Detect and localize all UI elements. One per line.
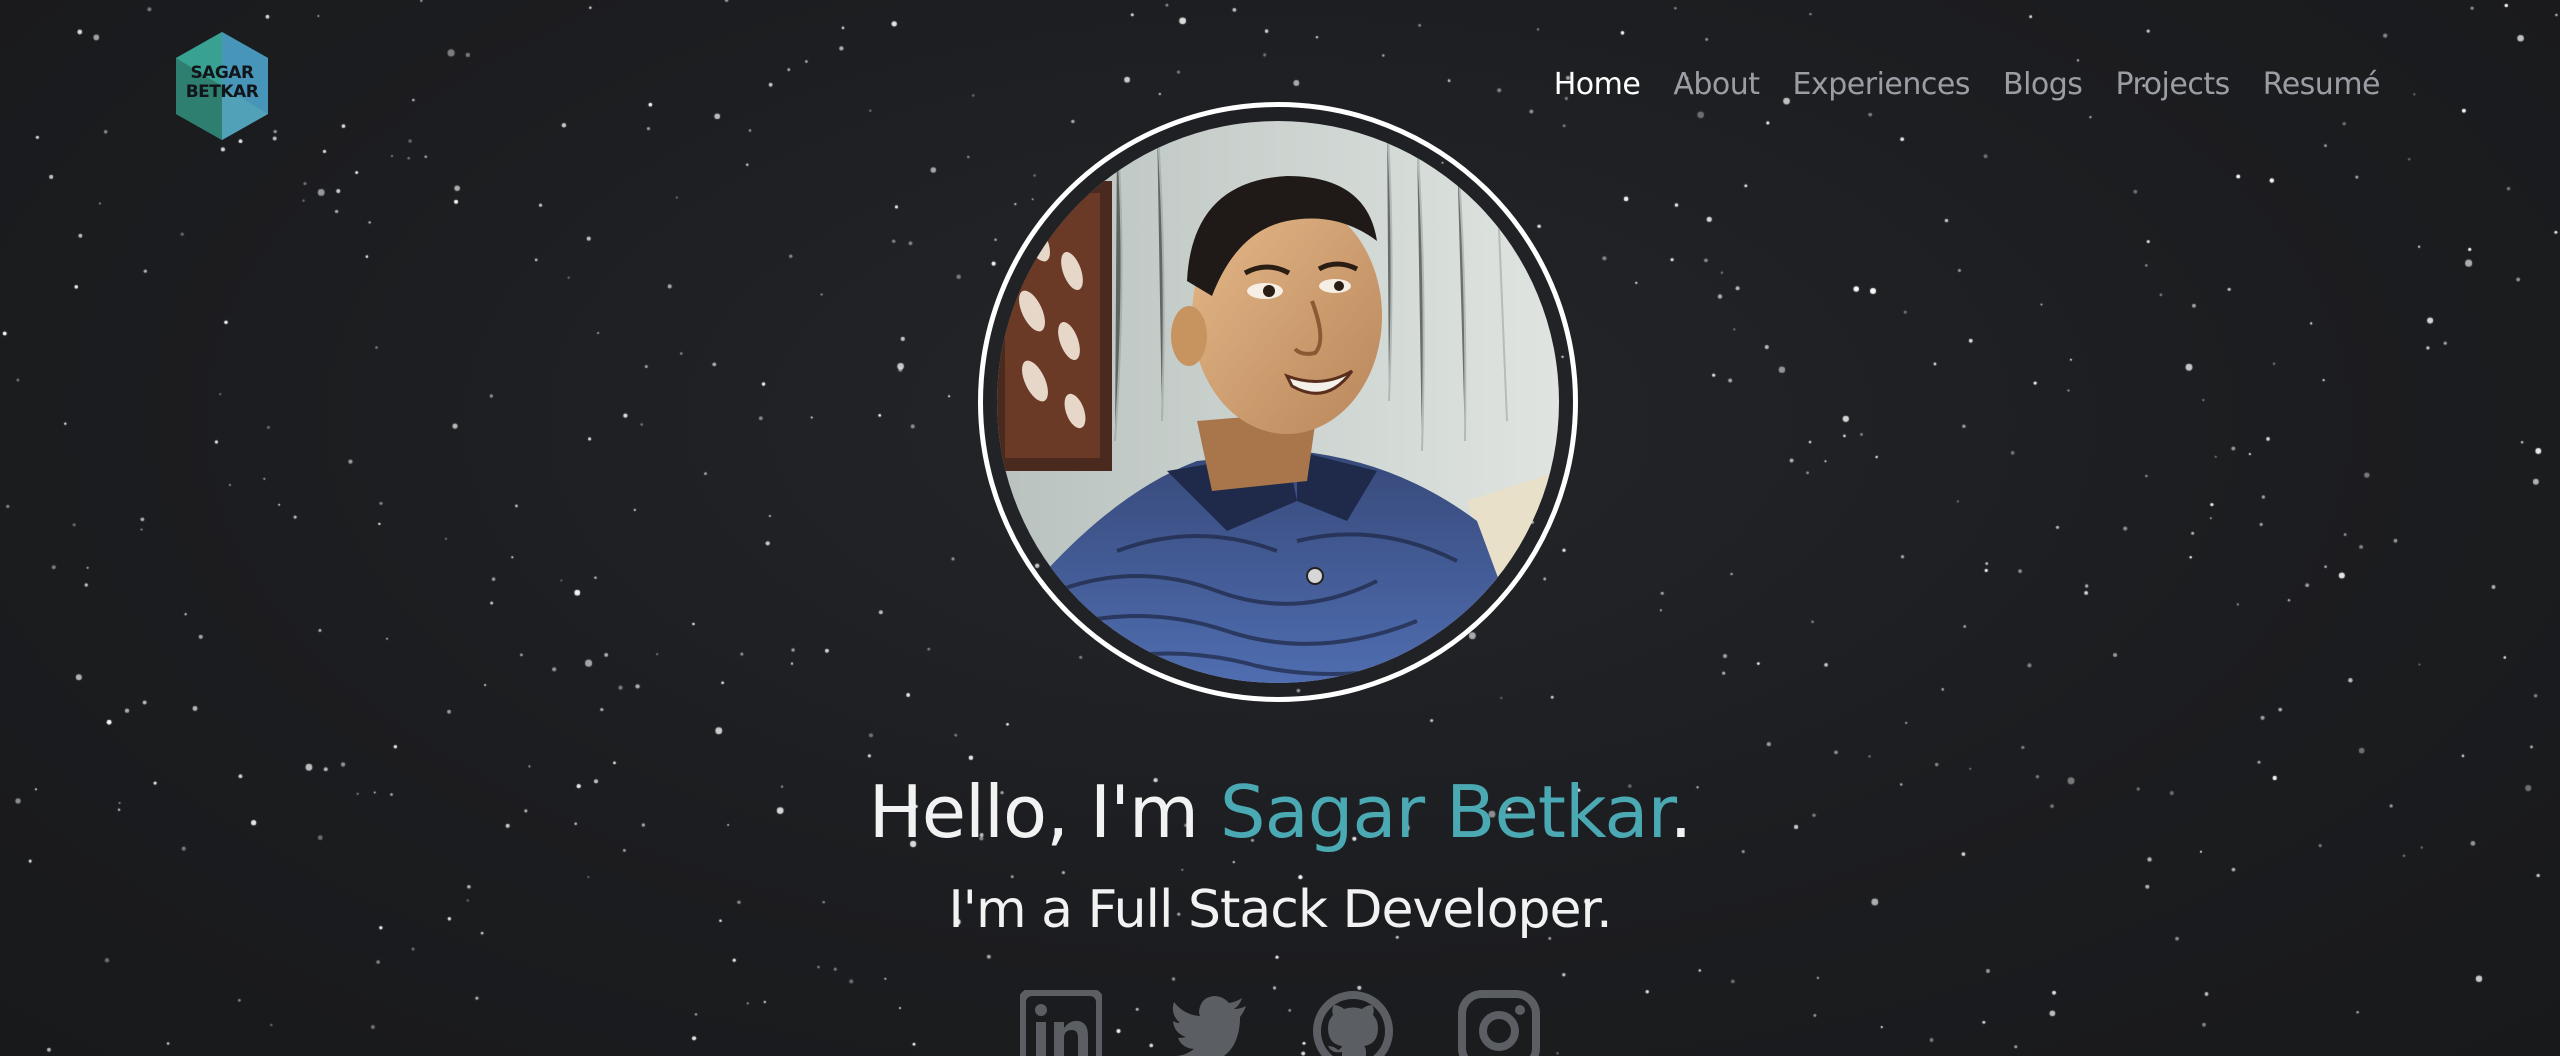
nav-experiences[interactable]: Experiences <box>1793 62 1971 108</box>
hero-name: Sagar Betkar <box>1219 770 1671 854</box>
logo-line-2: BETKAR <box>185 82 259 102</box>
hero-greeting: Hello, I'm <box>868 770 1220 854</box>
main-nav: Home About Experiences Blogs Projects Re… <box>1554 62 2381 108</box>
twitter-icon[interactable] <box>1168 990 1250 1056</box>
social-links <box>1018 988 1540 1056</box>
site-logo[interactable]: SAGAR BETKAR <box>172 30 272 142</box>
nav-blogs[interactable]: Blogs <box>2003 62 2083 108</box>
hero-period: . <box>1669 770 1693 854</box>
nav-home[interactable]: Home <box>1554 62 1641 108</box>
profile-avatar <box>997 121 1559 683</box>
github-icon[interactable] <box>1312 990 1394 1056</box>
nav-resume[interactable]: Resumé <box>2263 62 2381 108</box>
logo-line-1: SAGAR <box>190 63 254 83</box>
instagram-icon[interactable] <box>1458 990 1540 1056</box>
linkedin-icon[interactable] <box>1018 988 1104 1056</box>
nav-projects[interactable]: Projects <box>2115 62 2230 108</box>
hero-subtitle: I'm a Full Stack Developer. <box>948 880 1612 940</box>
hero-title: Hello, I'm Sagar Betkar. <box>0 762 2560 862</box>
logo-text: SAGAR BETKAR <box>172 64 272 102</box>
profile-portrait-illustration <box>997 121 1559 683</box>
nav-about[interactable]: About <box>1673 62 1760 108</box>
